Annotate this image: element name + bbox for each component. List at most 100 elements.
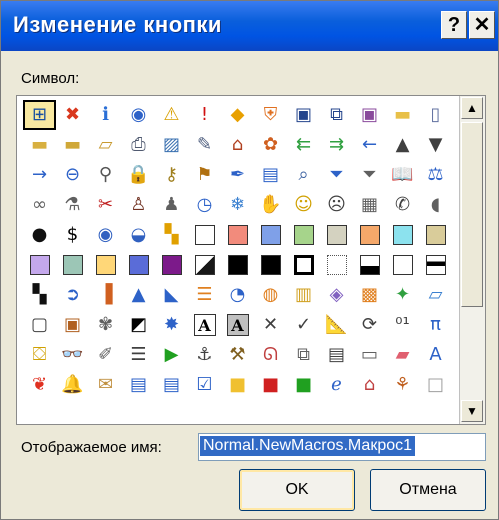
symbol-cell[interactable]: ⚷ bbox=[155, 160, 188, 190]
symbol-cell[interactable]: ◷ bbox=[188, 190, 221, 220]
symbol-cell[interactable]: ⧉ bbox=[287, 340, 320, 370]
symbol-cell[interactable]: ☰ bbox=[122, 340, 155, 370]
symbol-cell[interactable]: ▲ bbox=[386, 130, 419, 160]
symbol-cell[interactable]: ▣ bbox=[353, 100, 386, 130]
color-swatch[interactable] bbox=[155, 250, 188, 280]
close-button[interactable]: ✕ bbox=[469, 11, 495, 39]
symbol-cell[interactable]: ▩ bbox=[353, 280, 386, 310]
symbol-cell[interactable]: ▥ bbox=[287, 280, 320, 310]
symbol-cell[interactable]: ⚒ bbox=[221, 340, 254, 370]
scroll-up-button[interactable]: ▲ bbox=[461, 97, 483, 119]
symbol-cell[interactable]: ⊖ bbox=[56, 160, 89, 190]
ok-button[interactable]: OK bbox=[239, 469, 355, 511]
symbol-cell[interactable]: ◉ bbox=[89, 220, 122, 250]
symbol-cell[interactable]: ▚ bbox=[23, 280, 56, 310]
symbol-cell[interactable]: ✂ bbox=[89, 190, 122, 220]
symbol-cell[interactable]: ♙ bbox=[122, 190, 155, 220]
symbol-cell[interactable]: ✒ bbox=[221, 160, 254, 190]
symbol-cell[interactable]: ⧉ bbox=[320, 100, 353, 130]
symbol-cell[interactable]: ◍ bbox=[254, 280, 287, 310]
symbol-cell[interactable]: ✿ bbox=[254, 130, 287, 160]
symbol-cell[interactable]: ⌂ bbox=[221, 130, 254, 160]
symbol-cell[interactable]: ⛨ bbox=[254, 100, 287, 130]
symbol-cell[interactable]: $ bbox=[56, 220, 89, 250]
display-name-input[interactable]: Normal.NewMacros.Макрос1 bbox=[198, 433, 486, 461]
symbol-cell[interactable]: ! bbox=[188, 100, 221, 130]
symbol-cell[interactable]: ✾ bbox=[89, 310, 122, 340]
symbol-cell[interactable]: ▬ bbox=[386, 100, 419, 130]
color-swatch[interactable] bbox=[89, 250, 122, 280]
symbol-cell[interactable]: ⌂ bbox=[353, 370, 386, 400]
symbol-cell[interactable]: π bbox=[419, 310, 452, 340]
symbol-cell[interactable]: ⁰¹ bbox=[386, 310, 419, 340]
symbol-cell[interactable]: ⎙ bbox=[122, 130, 155, 160]
symbol-cell[interactable]: ▦ bbox=[353, 190, 386, 220]
symbol-cell[interactable]: ⌕ bbox=[287, 160, 320, 190]
symbol-cell[interactable]: ◈ bbox=[320, 280, 353, 310]
symbol-cell[interactable]: ⟳ bbox=[353, 310, 386, 340]
symbol-cell[interactable]: ⚠ bbox=[155, 100, 188, 130]
symbol-cell[interactable]: ▤ bbox=[122, 370, 155, 400]
symbol-cell[interactable]: ▶ bbox=[155, 340, 188, 370]
symbol-cell[interactable]: ■ bbox=[221, 370, 254, 400]
symbol-cell[interactable]: ℯ bbox=[320, 370, 353, 400]
symbol-cell[interactable]: ▚ bbox=[155, 220, 188, 250]
color-swatch[interactable] bbox=[221, 220, 254, 250]
symbol-cell[interactable]: A bbox=[419, 340, 452, 370]
symbol-cell[interactable]: A bbox=[188, 310, 221, 340]
symbol-cell[interactable]: 🔒 bbox=[122, 160, 155, 190]
color-swatch[interactable] bbox=[353, 250, 386, 280]
symbol-cell[interactable]: ■ bbox=[254, 370, 287, 400]
symbol-cell[interactable]: ✋ bbox=[254, 190, 287, 220]
symbol-cell[interactable]: ● bbox=[23, 220, 56, 250]
symbol-cell[interactable]: □ bbox=[419, 370, 452, 400]
symbol-cell[interactable]: ▭ bbox=[353, 340, 386, 370]
symbol-cell[interactable]: ℹ bbox=[89, 100, 122, 130]
color-swatch[interactable] bbox=[254, 220, 287, 250]
color-swatch[interactable] bbox=[419, 220, 452, 250]
symbol-cell[interactable]: ⏷ bbox=[353, 160, 386, 190]
symbol-cell[interactable]: ➲ bbox=[56, 280, 89, 310]
color-swatch[interactable] bbox=[386, 220, 419, 250]
symbol-cell[interactable]: ✸ bbox=[155, 310, 188, 340]
color-swatch[interactable] bbox=[254, 250, 287, 280]
symbol-cell[interactable]: 📐 bbox=[320, 310, 353, 340]
symbol-cell[interactable]: ✉ bbox=[89, 370, 122, 400]
symbol-cell[interactable]: ▬ bbox=[56, 130, 89, 160]
symbol-cell[interactable]: ᘏ bbox=[254, 340, 287, 370]
symbol-cell[interactable]: ☹ bbox=[320, 190, 353, 220]
symbol-cell[interactable]: ▤ bbox=[254, 160, 287, 190]
color-swatch[interactable] bbox=[56, 250, 89, 280]
symbol-cell[interactable]: ▬ bbox=[23, 130, 56, 160]
color-swatch[interactable] bbox=[386, 250, 419, 280]
symbol-cell[interactable]: ◩ bbox=[122, 310, 155, 340]
symbol-cell[interactable]: ▣ bbox=[287, 100, 320, 130]
symbol-cell[interactable]: ⚗ bbox=[56, 190, 89, 220]
vertical-scrollbar[interactable]: ▲ ▼ bbox=[459, 96, 485, 424]
symbol-cell[interactable]: ▲ bbox=[122, 280, 155, 310]
symbol-cell[interactable]: ⏷ bbox=[320, 160, 353, 190]
color-swatch[interactable] bbox=[419, 250, 452, 280]
symbol-cell[interactable]: ▐ bbox=[89, 280, 122, 310]
symbol-cell[interactable]: ⇇ bbox=[287, 130, 320, 160]
symbol-cell[interactable]: ▱ bbox=[89, 130, 122, 160]
symbol-cell[interactable]: ✕ bbox=[254, 310, 287, 340]
symbol-cell[interactable]: ▱ bbox=[419, 280, 452, 310]
symbol-cell[interactable]: ▢ bbox=[23, 310, 56, 340]
color-swatch[interactable] bbox=[188, 220, 221, 250]
symbol-cell[interactable]: ❄ bbox=[221, 190, 254, 220]
symbol-cell[interactable]: ◣ bbox=[155, 280, 188, 310]
color-swatch[interactable] bbox=[188, 250, 221, 280]
symbol-cell[interactable]: ✖ bbox=[56, 100, 89, 130]
symbol-cell[interactable]: ☺ bbox=[287, 190, 320, 220]
symbol-cell[interactable]: ❦ bbox=[23, 370, 56, 400]
color-swatch[interactable] bbox=[122, 250, 155, 280]
color-swatch[interactable] bbox=[23, 250, 56, 280]
color-swatch[interactable] bbox=[221, 250, 254, 280]
symbol-cell[interactable]: ⚘ bbox=[386, 370, 419, 400]
color-swatch[interactable] bbox=[320, 220, 353, 250]
symbol-cell[interactable]: ⚑ bbox=[188, 160, 221, 190]
symbol-cell[interactable]: 🔔 bbox=[56, 370, 89, 400]
symbol-cell[interactable]: ◆ bbox=[221, 100, 254, 130]
symbol-cell[interactable]: ⛋ bbox=[23, 340, 56, 370]
